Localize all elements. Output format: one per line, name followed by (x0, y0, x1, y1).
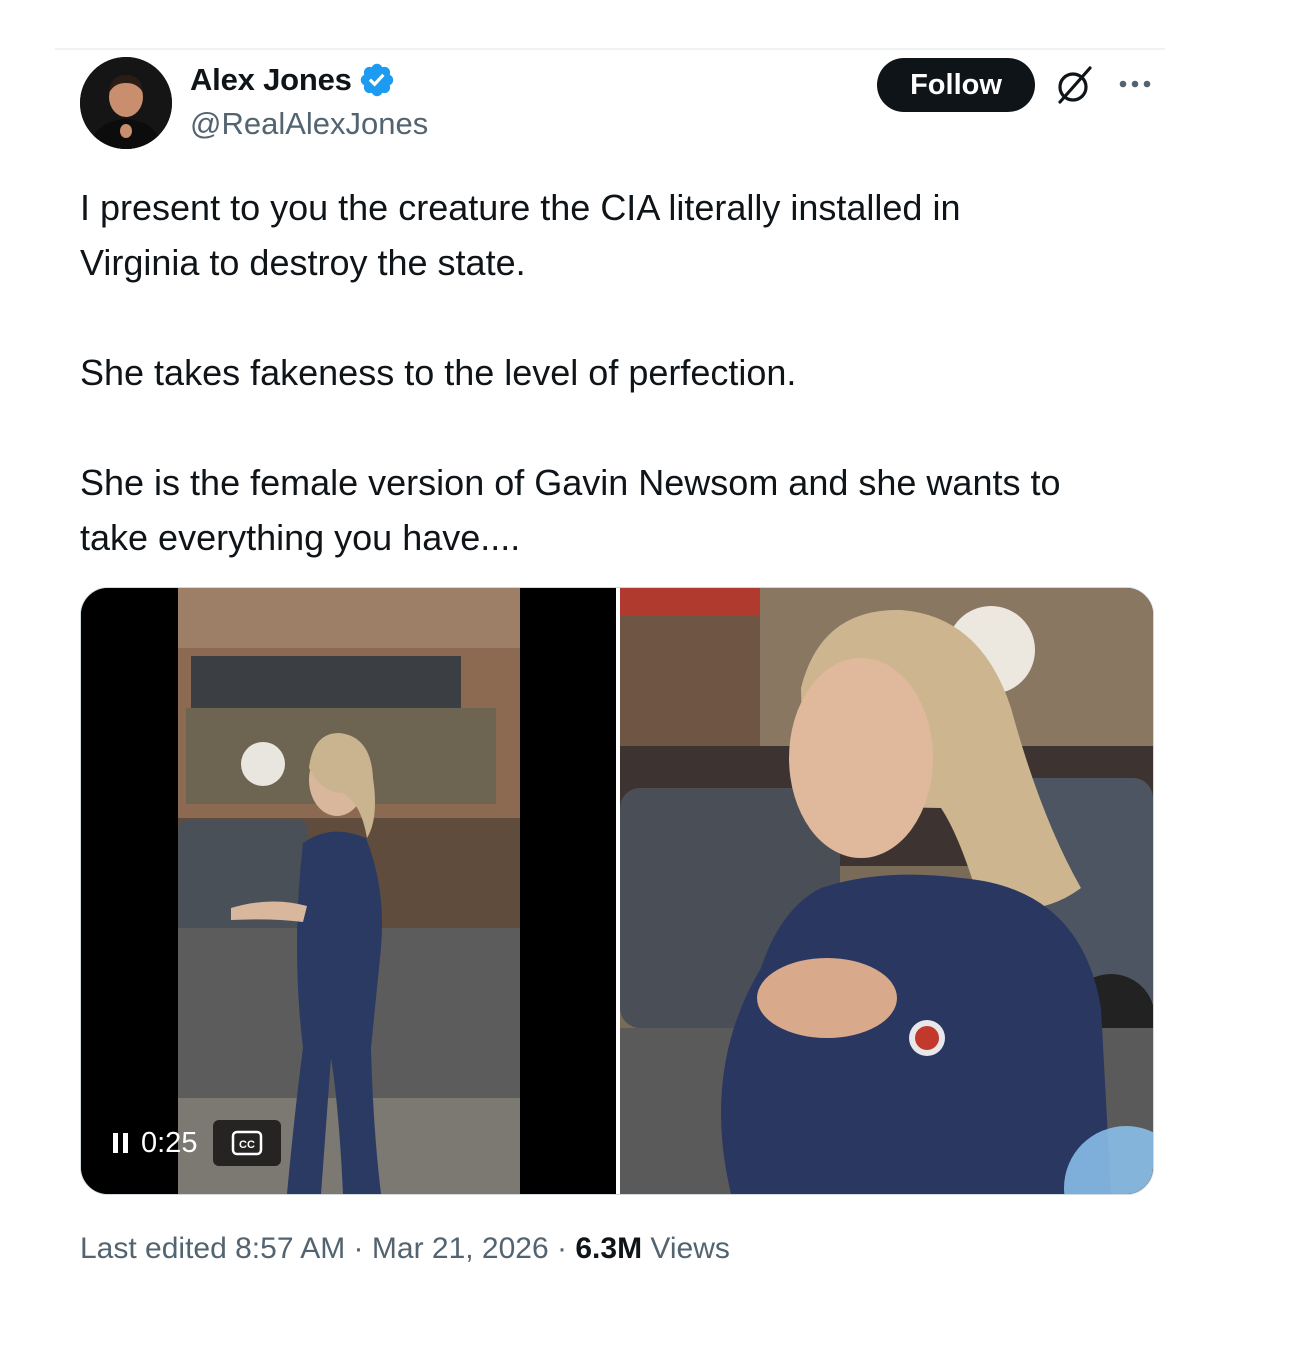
grok-icon[interactable] (1052, 62, 1098, 108)
svg-text:CC: CC (240, 1139, 256, 1151)
pause-icon (113, 1133, 128, 1153)
tweet-date[interactable]: Mar 21, 2026 (372, 1232, 549, 1265)
edited-prefix[interactable]: Last edited (80, 1232, 227, 1265)
video-frame (81, 588, 1153, 1194)
right-clip-scene (620, 588, 1153, 1194)
user-handle[interactable]: @RealAlexJones (190, 106, 428, 142)
video-elapsed-time: 0:25 (141, 1126, 198, 1159)
avatar[interactable] (80, 57, 172, 149)
views-count[interactable]: 6.3M (575, 1232, 642, 1265)
name-row: Alex Jones (190, 58, 428, 102)
video-controls: 0:25 CC (105, 1120, 282, 1166)
views-label: Views (650, 1232, 730, 1265)
top-divider (55, 48, 1165, 50)
display-name[interactable]: Alex Jones (190, 62, 352, 98)
tweet-paragraph-1: I present to you the creature the CIA li… (80, 187, 961, 283)
meta-separator: · (353, 1232, 364, 1265)
follow-button[interactable]: Follow (877, 58, 1035, 112)
tweet-time[interactable]: 8:57 AM (235, 1232, 345, 1265)
tweet-meta: Last edited 8:57 AM · Mar 21, 2026 · 6.3… (80, 1232, 730, 1266)
meta-separator: · (557, 1232, 568, 1265)
captions-button[interactable]: CC (213, 1120, 282, 1166)
pause-button[interactable] (105, 1120, 137, 1166)
captions-icon: CC (232, 1130, 263, 1156)
more-icon[interactable] (1116, 72, 1156, 96)
author-block: Alex Jones @RealAlexJones (190, 58, 428, 142)
video-player[interactable] (80, 587, 1154, 1195)
tweet-paragraph-3: She is the female version of Gavin Newso… (80, 462, 1061, 558)
verified-badge-icon[interactable] (358, 61, 396, 99)
left-clip-scene (178, 588, 520, 1194)
tweet-text: I present to you the creature the CIA li… (80, 180, 1170, 565)
tweet-paragraph-2: She takes fakeness to the level of perfe… (80, 352, 797, 393)
